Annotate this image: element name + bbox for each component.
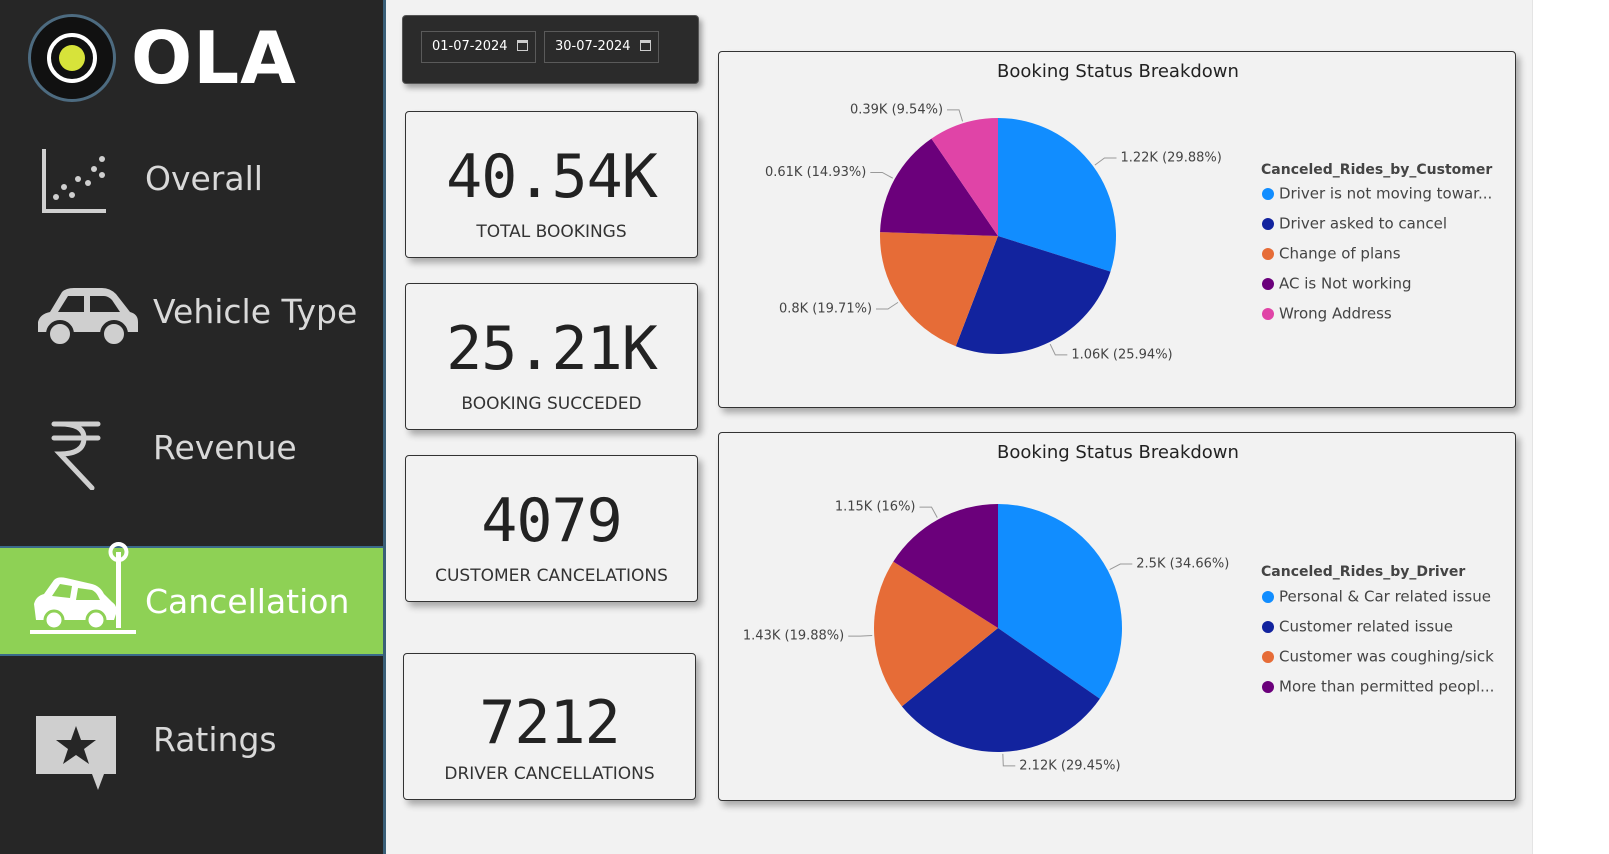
legend-marker: [1262, 188, 1274, 200]
pie-chart-card-customer: Booking Status Breakdown 1.22K (29.88%) 1.…: [718, 51, 1516, 408]
kpi-card-driver-cancellations: 7212 DRIVER CANCELLATIONS: [403, 653, 696, 800]
nav-label-overall: Overall: [145, 159, 263, 198]
calendar-icon[interactable]: [640, 40, 651, 51]
legend-item[interactable]: Wrong Address: [1279, 305, 1392, 323]
ola-logo-mark: [28, 14, 116, 102]
kpi-label: DRIVER CANCELLATIONS: [444, 764, 655, 784]
slice-data-label: 0.8K (19.71%): [779, 301, 872, 316]
leader-line: [1094, 157, 1117, 166]
page-margin: [1532, 0, 1609, 854]
car-icon: [38, 288, 138, 348]
legend-marker: [1262, 681, 1274, 693]
ola-logo: OLA: [28, 14, 308, 106]
slice-data-label: 1.06K (25.94%): [1071, 347, 1172, 362]
legend-item[interactable]: Customer related issue: [1279, 618, 1453, 636]
legend-item[interactable]: Driver is not moving towar...: [1279, 185, 1492, 203]
scatter-plot-icon: [42, 149, 106, 213]
slice-data-label: 1.22K (29.88%): [1120, 151, 1221, 166]
slice-data-label: 0.39K (9.54%): [850, 102, 943, 117]
legend-marker: [1262, 621, 1274, 633]
kpi-value: 40.54K: [446, 142, 658, 212]
leader-line: [1109, 563, 1133, 571]
kpi-card-customer-cancellations: 4079 CUSTOMER CANCELATIONS: [405, 455, 698, 602]
leader-line: [848, 634, 873, 637]
brand-name: OLA: [131, 16, 297, 100]
kpi-card-total-bookings: 40.54K TOTAL BOOKINGS: [405, 111, 698, 258]
pie-chart-customer-cancellations: Booking Status Breakdown 1.22K (29.88%) 1.…: [765, 61, 1492, 362]
leader-line: [1049, 343, 1068, 356]
legend-marker: [1262, 248, 1274, 260]
nav-item-revenue[interactable]: Revenue: [0, 400, 383, 510]
sidebar: OLA Overall Vehicle Type Revenue Cancell…: [0, 0, 383, 854]
legend-item[interactable]: More than permitted peopl...: [1279, 678, 1494, 696]
chart-title: Booking Status Breakdown: [997, 442, 1239, 463]
leader-line: [876, 301, 899, 310]
nav-item-vehicle-type[interactable]: Vehicle Type: [0, 262, 383, 372]
car-crash-icon: [30, 542, 136, 634]
legend-title: Canceled_Rides_by_Customer: [1261, 162, 1492, 178]
star-speech-bubble-icon: [36, 716, 116, 790]
legend-item[interactable]: AC is Not working: [1279, 275, 1412, 293]
end-date-value: 30-07-2024: [555, 39, 631, 54]
legend-item[interactable]: Personal & Car related issue: [1279, 588, 1491, 606]
end-date-input[interactable]: 30-07-2024: [544, 31, 659, 63]
leader-line: [919, 506, 938, 518]
nav-label-cancellation: Cancellation: [145, 582, 350, 621]
kpi-value: 7212: [479, 688, 621, 758]
legend-item[interactable]: Customer was coughing/sick: [1279, 648, 1494, 666]
legend-marker: [1262, 308, 1274, 320]
kpi-label: BOOKING SUCCEDED: [461, 394, 642, 414]
legend-item[interactable]: Change of plans: [1279, 245, 1401, 263]
legend-marker: [1262, 591, 1274, 603]
start-date-value: 01-07-2024: [432, 39, 508, 54]
legend-item[interactable]: Driver asked to cancel: [1279, 215, 1447, 233]
nav-item-ratings[interactable]: Ratings: [0, 690, 383, 800]
date-range-slicer: 01-07-2024 30-07-2024: [402, 15, 699, 84]
calendar-icon[interactable]: [517, 40, 528, 51]
leader-line: [1002, 753, 1016, 767]
legend-marker: [1262, 278, 1274, 290]
kpi-label: TOTAL BOOKINGS: [476, 222, 627, 242]
legend-marker: [1262, 218, 1274, 230]
kpi-value: 4079: [481, 486, 623, 556]
slice-data-label: 1.15K (16%): [835, 500, 916, 515]
leader-line: [947, 109, 964, 122]
nav-label-ratings: Ratings: [153, 720, 277, 759]
nav-item-overall[interactable]: Overall: [0, 125, 383, 235]
kpi-value: 25.21K: [446, 314, 658, 384]
nav-label-vehicle-type: Vehicle Type: [153, 292, 358, 331]
pie-chart-card-driver: Booking Status Breakdown 2.5K (34.66%) 2.1…: [718, 432, 1516, 801]
kpi-label: CUSTOMER CANCELATIONS: [435, 566, 668, 586]
nav-item-cancellation[interactable]: Cancellation: [0, 542, 383, 656]
start-date-input[interactable]: 01-07-2024: [421, 31, 536, 63]
legend-title: Canceled_Rides_by_Driver: [1261, 564, 1465, 580]
slice-data-label: 2.5K (34.66%): [1136, 557, 1229, 572]
pie-chart-driver-cancellations: Booking Status Breakdown 2.5K (34.66%) 2.1…: [743, 442, 1495, 773]
legend-marker: [1262, 651, 1274, 663]
slice-data-label: 2.12K (29.45%): [1019, 758, 1120, 773]
slice-data-label: 1.43K (19.88%): [743, 629, 844, 644]
kpi-card-booking-succeeded: 25.21K BOOKING SUCCEDED: [405, 283, 698, 430]
leader-line: [870, 171, 894, 179]
rupee-icon: [51, 421, 101, 490]
nav-label-revenue: Revenue: [153, 428, 297, 467]
slice-data-label: 0.61K (14.93%): [765, 165, 866, 180]
chart-title: Booking Status Breakdown: [997, 61, 1239, 82]
